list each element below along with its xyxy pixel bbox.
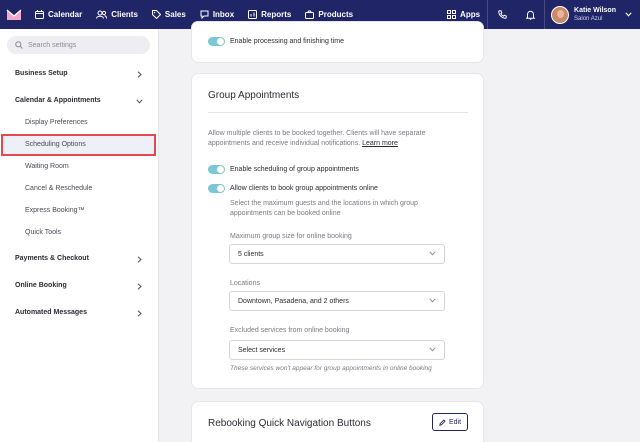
chevron-down-icon [429, 347, 436, 352]
sidebar-item-express-booking[interactable]: Express Booking™ [25, 207, 85, 214]
avatar [551, 5, 570, 24]
group-online-desc-1: Select the maximum guests and the locati… [230, 200, 418, 207]
group-description-line-1: Allow multiple clients to be booked toge… [208, 130, 426, 137]
chevron-down-icon [625, 12, 632, 17]
calendar-icon [35, 10, 44, 19]
chevron-right-icon [137, 71, 142, 78]
group-online-desc-2: appointments can be booked online [230, 210, 341, 217]
nav-reports-label: Reports [261, 10, 292, 19]
sidebar-section-automated-messages[interactable]: Automated Messages [15, 309, 87, 316]
rebooking-title: Rebooking Quick Navigation Buttons [208, 418, 371, 429]
max-group-size-value: 5 clients [238, 250, 264, 258]
sidebar-section-payments-checkout[interactable]: Payments & Checkout [15, 255, 89, 262]
excluded-services-note: These services won't appear for group ap… [230, 365, 432, 372]
inbox-icon [200, 10, 209, 19]
user-info: Katie Wilson Salon Azul [574, 6, 616, 23]
sidebar-item-quick-tools[interactable]: Quick Tools [25, 229, 61, 236]
nav-products-label: Products [318, 10, 354, 19]
sidebar-item-waiting-room[interactable]: Waiting Room [25, 163, 69, 170]
learn-more-link[interactable]: Learn more [362, 140, 398, 147]
settings-sidebar: Search settings Business Setup Calendar … [0, 29, 159, 442]
processing-time-toggle[interactable] [208, 37, 225, 46]
phone-button[interactable] [488, 0, 516, 29]
sidebar-section-business-setup[interactable]: Business Setup [15, 70, 68, 77]
edit-button[interactable]: Edit [432, 413, 468, 431]
reports-icon [248, 10, 258, 19]
chevron-down-icon [136, 99, 143, 104]
excluded-services-placeholder: Select services [238, 346, 286, 354]
group-online-label: Allow clients to book group appointments… [230, 185, 378, 192]
logo-icon[interactable] [0, 0, 28, 29]
notifications-button[interactable] [516, 0, 544, 29]
locations-label: Locations [230, 280, 260, 287]
excluded-services-select[interactable]: Select services [229, 340, 445, 360]
sidebar-item-cancel-reschedule[interactable]: Cancel & Reschedule [25, 185, 92, 192]
nav-calendar[interactable]: Calendar [28, 0, 89, 29]
sidebar-section-online-booking[interactable]: Online Booking [15, 282, 67, 289]
chevron-right-icon [137, 310, 142, 317]
nav-apps-label: Apps [460, 10, 481, 19]
phone-icon [497, 10, 507, 19]
group-scheduling-label: Enable scheduling of group appointments [230, 166, 359, 173]
chevron-down-icon [429, 251, 436, 256]
pencil-icon [439, 418, 446, 426]
chevron-right-icon [137, 283, 142, 290]
bag-icon [305, 10, 315, 19]
group-online-toggle[interactable] [208, 184, 225, 193]
user-location: Salon Azul [574, 16, 603, 22]
clients-icon [96, 10, 108, 19]
excluded-services-label: Excluded services from online booking [230, 327, 350, 334]
search-icon [15, 41, 23, 49]
locations-select[interactable]: Downtown, Pasadena, and 2 others [229, 291, 445, 311]
tag-icon [151, 10, 161, 19]
max-group-size-label: Maximum group size for online booking [230, 233, 352, 240]
locations-value: Downtown, Pasadena, and 2 others [238, 297, 349, 305]
sidebar-item-display-preferences[interactable]: Display Preferences [25, 119, 88, 126]
apps-grid-icon [447, 10, 457, 19]
user-menu[interactable]: Katie Wilson Salon Azul [545, 0, 640, 29]
search-placeholder: Search settings [28, 41, 77, 49]
settings-search-input[interactable]: Search settings [7, 36, 150, 54]
bell-icon [525, 10, 535, 20]
chevron-down-icon [429, 298, 436, 303]
nav-calendar-label: Calendar [48, 10, 83, 19]
sidebar-section-calendar-appointments[interactable]: Calendar & Appointments [15, 97, 101, 104]
user-name: Katie Wilson [574, 7, 616, 14]
edit-button-label: Edit [448, 418, 462, 426]
group-description: appointments and receive individual noti… [208, 139, 398, 149]
sidebar-item-label: Scheduling Options [25, 141, 86, 148]
group-scheduling-toggle[interactable] [208, 165, 225, 174]
group-appointments-title: Group Appointments [208, 90, 300, 101]
nav-clients[interactable]: Clients [89, 0, 145, 29]
max-group-size-select[interactable]: 5 clients [229, 244, 445, 264]
divider [208, 112, 468, 113]
nav-inbox-label: Inbox [212, 10, 235, 19]
chevron-right-icon [137, 256, 142, 263]
nav-sales-label: Sales [164, 10, 186, 19]
processing-time-label: Enable processing and finishing time [230, 38, 345, 45]
group-description-line-2: appointments and receive individual noti… [208, 140, 361, 147]
nav-clients-label: Clients [111, 10, 138, 19]
nav-sales[interactable]: Sales [145, 0, 193, 29]
